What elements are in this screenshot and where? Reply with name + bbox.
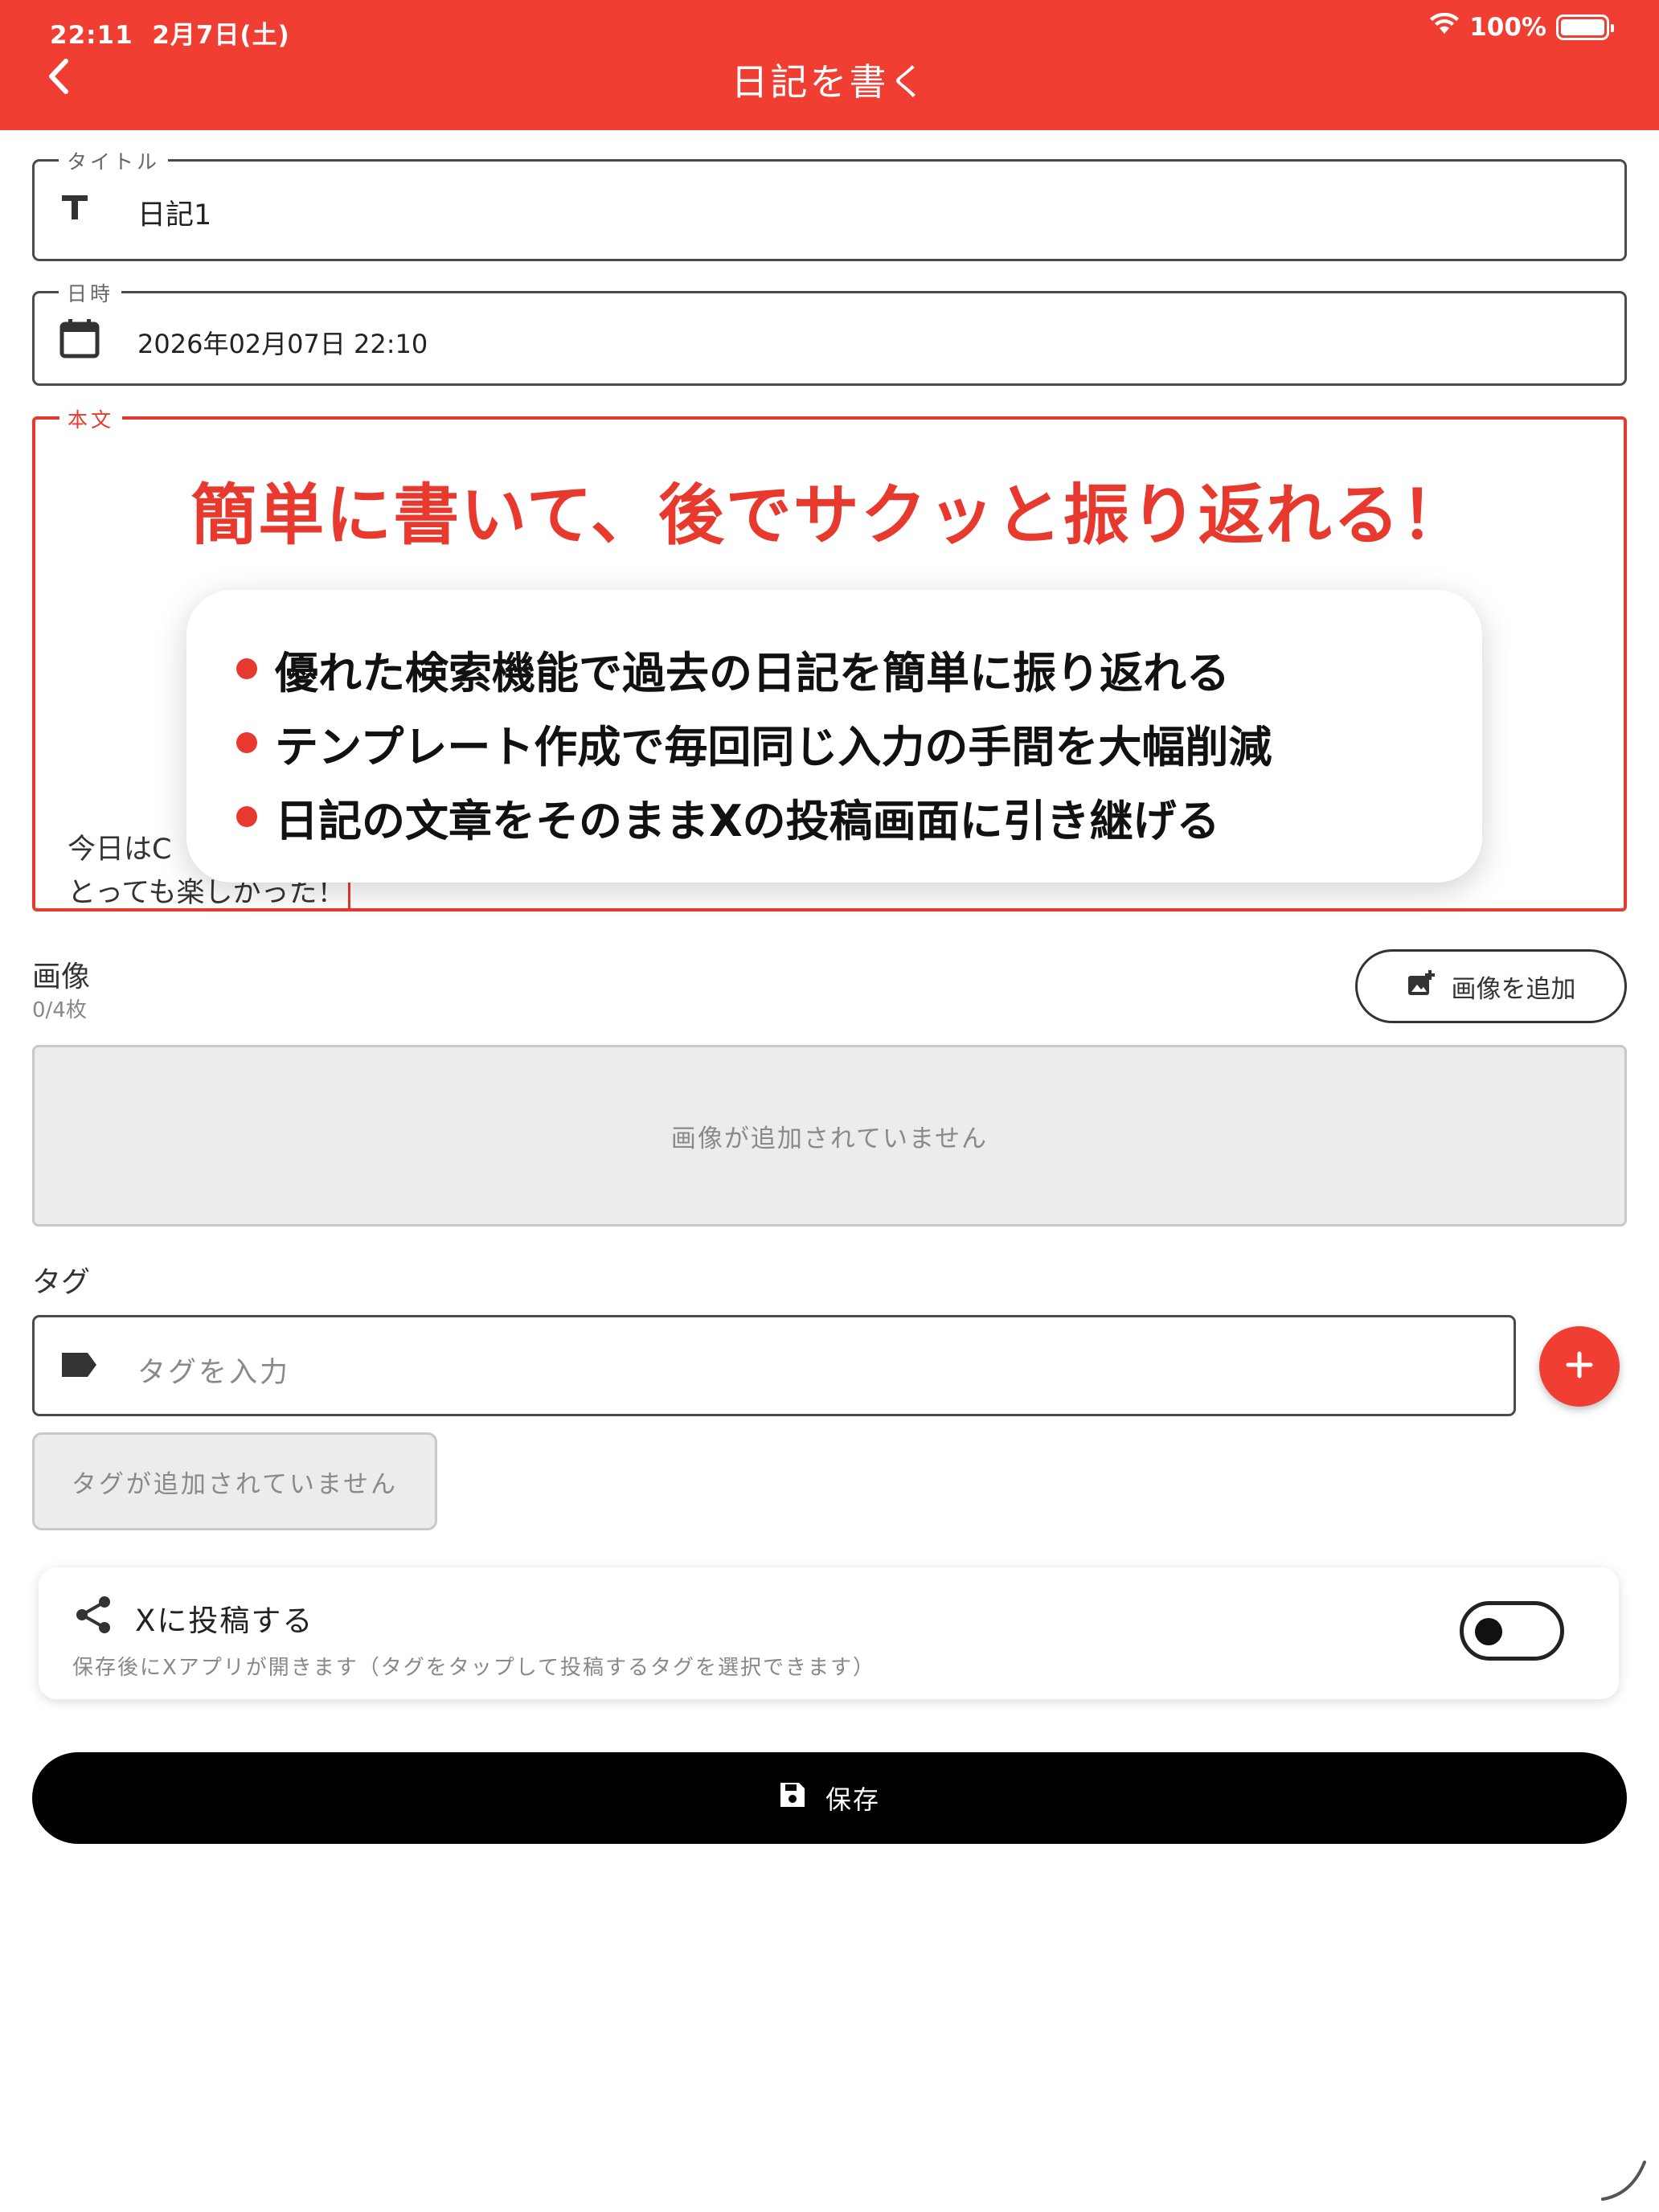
date-value[interactable]: 2026年02月07日 22:10 bbox=[137, 324, 428, 361]
title-field-label: タイトル bbox=[59, 146, 169, 175]
add-tag-button[interactable] bbox=[1539, 1326, 1620, 1407]
bullet-dot-icon bbox=[236, 658, 257, 679]
page-title: 日記を書く bbox=[731, 60, 928, 104]
wifi-icon bbox=[1429, 12, 1460, 42]
image-count: 0/4枚 bbox=[32, 998, 87, 1022]
image-drop-area: 画像が追加されていません bbox=[32, 1045, 1627, 1227]
promo-bullet-item: 優れた検索機能で過去の日記を簡単に振り返れる bbox=[236, 632, 1482, 706]
promo-card: 優れた検索機能で過去の日記を簡単に振り返れる テンプレート作成で毎回同じ入力の手… bbox=[186, 590, 1482, 883]
add-photo-icon bbox=[1407, 969, 1436, 1003]
save-icon bbox=[779, 1781, 806, 1815]
tag-input-field[interactable]: タグを入力 bbox=[32, 1315, 1516, 1416]
body-field[interactable]: 本文 簡単に書いて、後でサクッと振り返れる！ 今日はC とっても楽しかった！ 優… bbox=[32, 404, 1627, 911]
bullet-dot-icon bbox=[236, 806, 257, 827]
post-to-x-description: 保存後にXアプリが開きます（タグをタップして投稿するタグを選択できます） bbox=[72, 1656, 876, 1680]
tags-section-label: タグ bbox=[32, 1266, 91, 1299]
save-button[interactable]: 保存 bbox=[32, 1752, 1627, 1844]
title-field[interactable]: タイトル 日記1 bbox=[32, 146, 1627, 261]
plus-icon bbox=[1563, 1349, 1596, 1384]
tag-input[interactable]: タグを入力 bbox=[137, 1350, 290, 1391]
date-field-label: 日時 bbox=[59, 278, 122, 307]
save-label: 保存 bbox=[825, 1784, 880, 1815]
battery-icon bbox=[1556, 14, 1614, 40]
promo-bullet-item: テンプレート作成で毎回同じ入力の手間を大幅削減 bbox=[236, 706, 1482, 780]
body-field-label: 本文 bbox=[59, 404, 123, 433]
add-image-button[interactable]: 画像を追加 bbox=[1355, 949, 1627, 1023]
bullet-dot-icon bbox=[236, 732, 257, 753]
post-to-x-toggle[interactable] bbox=[1460, 1601, 1564, 1661]
no-tags-text: タグが追加されていません bbox=[71, 1469, 399, 1499]
promo-bullet-text: 優れた検索機能で過去の日記を簡単に振り返れる bbox=[275, 647, 1230, 698]
tag-icon bbox=[59, 1351, 99, 1378]
status-clock: 22:11 bbox=[50, 21, 133, 50]
promo-bullet-text: 日記の文章をそのままXの投稿画面に引き継げる bbox=[275, 795, 1220, 846]
images-section-label: 画像 bbox=[32, 961, 91, 993]
no-tags-placeholder: タグが追加されていません bbox=[32, 1432, 437, 1530]
promo-bullet-text: テンプレート作成で毎回同じ入力の手間を大幅削減 bbox=[275, 721, 1272, 772]
status-indicators: 100% bbox=[1429, 12, 1614, 42]
title-input-value[interactable]: 日記1 bbox=[137, 192, 211, 233]
resize-handle-icon[interactable] bbox=[1600, 2154, 1648, 2206]
text-format-icon bbox=[59, 190, 91, 223]
toggle-knob bbox=[1475, 1618, 1502, 1645]
promo-bullet-item: 日記の文章をそのままXの投稿画面に引き継げる bbox=[236, 780, 1482, 854]
status-time: 22:11 2月7日(土) bbox=[50, 14, 290, 51]
battery-percent: 100% bbox=[1469, 13, 1546, 42]
calendar-icon bbox=[59, 317, 100, 359]
promo-headline: 簡単に書いて、後でサクッと振り返れる！ bbox=[190, 477, 1469, 554]
add-image-label: 画像を追加 bbox=[1451, 974, 1576, 1004]
date-field[interactable]: 日時 2026年02月07日 22:10 bbox=[32, 278, 1627, 386]
share-icon bbox=[74, 1595, 114, 1638]
post-to-x-card: Xに投稿する 保存後にXアプリが開きます（タグをタップして投稿するタグを選択でき… bbox=[39, 1567, 1619, 1699]
no-images-text: 画像が追加されていません bbox=[670, 1124, 989, 1153]
post-to-x-title: Xに投稿する bbox=[135, 1604, 314, 1638]
app-header: 22:11 2月7日(土) 100% 日記を書く bbox=[0, 0, 1659, 130]
status-date: 2月7日(土) bbox=[152, 21, 290, 50]
